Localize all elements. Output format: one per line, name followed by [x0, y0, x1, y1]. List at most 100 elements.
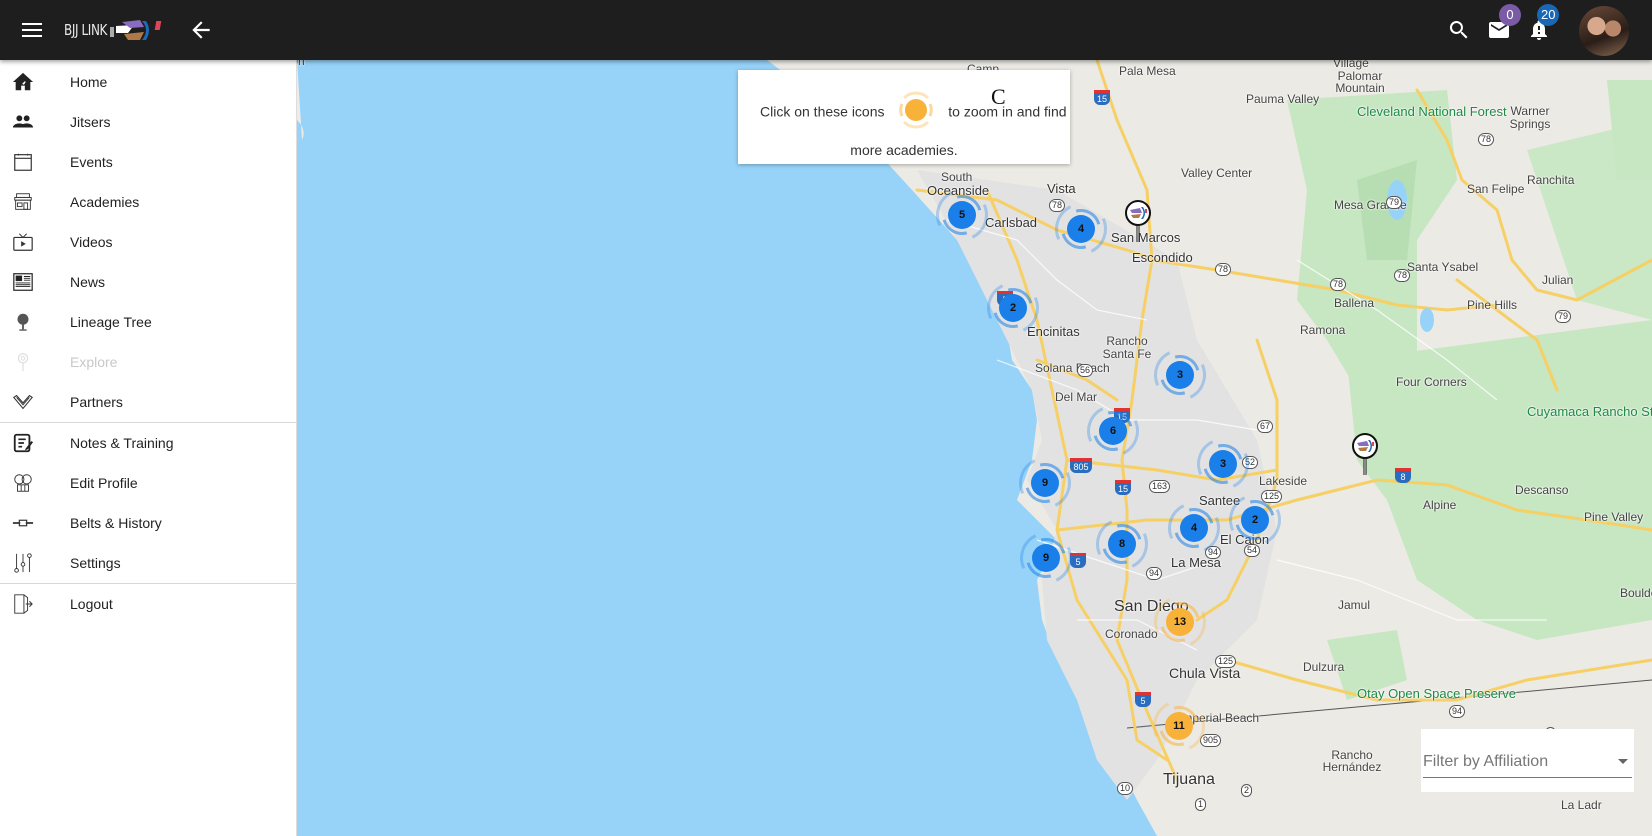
- newspaper-icon: [13, 273, 33, 291]
- select-underline: [1423, 777, 1632, 778]
- place-label: alon: [297, 60, 305, 68]
- affiliation-filter-select[interactable]: Filter by Affiliation: [1421, 729, 1634, 792]
- sidebar-item-edit-profile[interactable]: Edit Profile: [0, 463, 297, 503]
- place-label: Palomar Mountain: [1335, 69, 1385, 95]
- search-button[interactable]: [1447, 18, 1471, 42]
- place-label: Carlsbad: [985, 215, 1038, 230]
- route-shield: 78: [1330, 278, 1347, 291]
- filter-placeholder: Filter by Affiliation: [1423, 753, 1549, 770]
- sidebar-item-label: Jitsers: [70, 114, 111, 130]
- route-shield: 2: [1241, 784, 1253, 797]
- route-shield: 67: [1257, 420, 1274, 433]
- sidebar-item-academies[interactable]: Academies: [0, 182, 297, 222]
- interstate-shield: 15: [1115, 480, 1131, 495]
- academy-cluster[interactable]: 6: [1079, 397, 1147, 465]
- sidebar-item-news[interactable]: News: [0, 262, 297, 302]
- cluster-count: 5: [948, 201, 976, 229]
- sidebar-item-label: Partners: [70, 394, 123, 410]
- park-label: Cuyamaca Rancho State Park: [1527, 404, 1652, 419]
- logo-text: BJJ LINK: [64, 21, 107, 39]
- academy-cluster[interactable]: 11: [1145, 692, 1213, 760]
- route-shield: 78: [1394, 269, 1411, 282]
- academy-pin-alpine[interactable]: [1351, 433, 1379, 477]
- academies-map[interactable]: alon Camp Pala Mesa Village Palomar Moun…: [297, 60, 1652, 836]
- place-label: San Felipe: [1467, 182, 1525, 196]
- park-label: Cleveland National Forest: [1357, 104, 1507, 119]
- academy-pin-escondido[interactable]: [1124, 200, 1152, 244]
- storefront-icon: [14, 193, 32, 210]
- people-icon: [12, 115, 34, 128]
- cluster-hint-tooltip: Click on these icons to zoom in and find…: [738, 70, 1070, 164]
- hamburger-menu-button[interactable]: [22, 20, 42, 40]
- cluster-count: 9: [1031, 469, 1059, 497]
- route-shield: 163: [1149, 480, 1171, 493]
- sidebar-item-partners[interactable]: Partners: [0, 382, 297, 422]
- sidebar-item-label: Academies: [70, 194, 140, 210]
- sidebar-item-lineage-tree[interactable]: Lineage Tree: [0, 302, 297, 342]
- academy-cluster[interactable]: 9: [1012, 524, 1080, 592]
- sidebar-item-notes-training[interactable]: Notes & Training: [0, 423, 297, 463]
- tooltip-text-before: Click on these icons: [760, 103, 885, 120]
- sidebar-item-label: Videos: [70, 234, 113, 250]
- academy-cluster[interactable]: 13: [1146, 588, 1214, 656]
- route-shield: 56: [1077, 364, 1094, 377]
- sidebar-item-explore: Explore: [0, 342, 297, 382]
- route-shield: 78: [1478, 133, 1495, 146]
- search-icon: [1449, 21, 1468, 39]
- mail-badge: 0: [1499, 4, 1521, 26]
- academy-cluster[interactable]: 4: [1160, 494, 1228, 562]
- place-label: Rancho Hernández: [1322, 748, 1382, 774]
- place-label: Pine Valley: [1584, 510, 1644, 524]
- sidebar-item-label: Lineage Tree: [70, 314, 152, 330]
- sidebar-items: Home Jitsers Events Academies Videos New…: [0, 60, 297, 836]
- sidebar-item-home[interactable]: Home: [0, 62, 297, 102]
- place-label: Lakeside: [1259, 474, 1308, 488]
- interstate-shield: 15: [1094, 90, 1110, 105]
- route-shield: 78: [1215, 263, 1232, 276]
- tooltip-line-2: more academies.: [850, 142, 958, 158]
- place-label: Solana Beach: [1035, 361, 1110, 375]
- place-label: Warner Springs: [1509, 104, 1551, 131]
- place-label: Four Corners: [1396, 375, 1467, 389]
- place-label: Alpine: [1423, 498, 1457, 512]
- partners-chevron-icon: [13, 394, 33, 410]
- tree-icon: [17, 313, 29, 331]
- academy-cluster[interactable]: 2: [979, 274, 1047, 342]
- park-label: Otay Open Space Preserve: [1357, 686, 1516, 701]
- academy-cluster[interactable]: 4: [1047, 195, 1115, 263]
- calendar-icon: [14, 153, 32, 171]
- cluster-count: 8: [1108, 530, 1136, 558]
- orange-cluster-icon: [894, 88, 938, 132]
- sidebar-item-videos[interactable]: Videos: [0, 222, 297, 262]
- messages-button[interactable]: 0: [1487, 4, 1521, 42]
- academy-cluster[interactable]: 3: [1189, 430, 1257, 498]
- route-shield: 79: [1555, 310, 1572, 323]
- sidebar-item-label: News: [70, 274, 106, 290]
- back-button[interactable]: [188, 17, 214, 43]
- academy-cluster[interactable]: 3: [1146, 341, 1214, 409]
- logo-emblem-icon: [109, 20, 162, 40]
- sidebar-item-label: Notes & Training: [70, 435, 174, 451]
- app-logo[interactable]: BJJ LINK: [64, 16, 168, 44]
- notes-edit-icon: [13, 433, 34, 453]
- sidebar-item-label: Events: [70, 154, 113, 170]
- academy-cluster[interactable]: 5: [928, 181, 996, 249]
- sidebar-item-events[interactable]: Events: [0, 142, 297, 182]
- user-avatar[interactable]: [1579, 6, 1629, 56]
- tv-play-icon: [13, 233, 33, 251]
- sidebar-item-settings[interactable]: Settings: [0, 543, 297, 583]
- sliders-icon: [14, 553, 32, 573]
- cluster-count: 2: [999, 294, 1027, 322]
- sidebar-item-jitsers[interactable]: Jitsers: [0, 102, 297, 142]
- academy-cluster[interactable]: 8: [1088, 510, 1156, 578]
- sidebar-item-label: Edit Profile: [70, 475, 138, 491]
- academy-pin-icon: [1125, 200, 1151, 242]
- sidebar-item-belts-history[interactable]: Belts & History: [0, 503, 297, 543]
- academy-cluster[interactable]: 2: [1221, 486, 1289, 554]
- academy-cluster[interactable]: 9: [1011, 449, 1079, 517]
- sidebar-item-logout[interactable]: Logout: [0, 584, 297, 624]
- cluster-count: 4: [1067, 215, 1095, 243]
- cluster-count: 4: [1180, 514, 1208, 542]
- top-app-bar: BJJ LINK 0 20: [0, 0, 1652, 60]
- notifications-button[interactable]: 20: [1527, 4, 1560, 42]
